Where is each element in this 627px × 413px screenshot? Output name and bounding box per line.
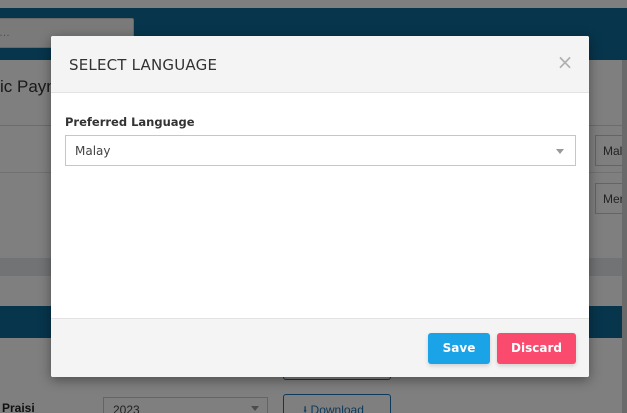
dialog-header: SELECT LANGUAGE ×	[51, 36, 589, 93]
chevron-down-icon	[556, 149, 564, 154]
select-language-dialog: SELECT LANGUAGE × Preferred Language Mal…	[51, 36, 589, 377]
preferred-language-select[interactable]: Malay	[65, 135, 576, 166]
dialog-title: SELECT LANGUAGE	[69, 56, 218, 74]
discard-button[interactable]: Discard	[497, 333, 576, 364]
close-icon[interactable]: ×	[555, 52, 575, 72]
save-button[interactable]: Save	[428, 333, 490, 364]
selected-language: Malay	[75, 144, 111, 158]
preferred-language-label: Preferred Language	[65, 115, 195, 129]
dialog-footer: Save Discard	[51, 318, 589, 377]
